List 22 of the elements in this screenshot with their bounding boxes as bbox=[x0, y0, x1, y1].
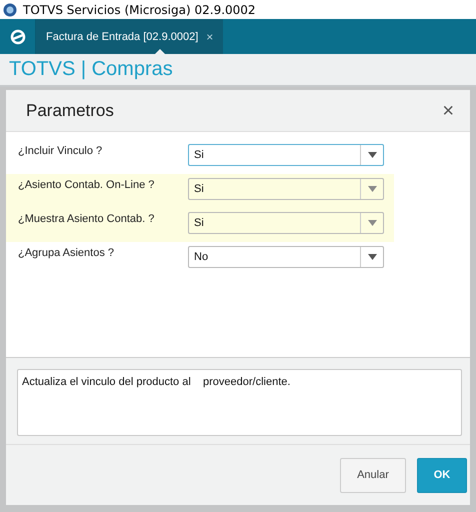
field-label: ¿Agrupa Asientos ? bbox=[18, 246, 116, 259]
dropdown[interactable]: Si bbox=[188, 178, 384, 200]
dropdown[interactable]: No bbox=[188, 246, 384, 268]
tab[interactable]: Factura de Entrada [02.9.0002] × bbox=[36, 19, 224, 54]
field-label: ¿Incluir Vinculo ? bbox=[18, 144, 104, 157]
caret-icon bbox=[368, 254, 376, 260]
close-button[interactable]: × bbox=[440, 100, 456, 120]
caret-icon bbox=[368, 152, 376, 158]
close-icon[interactable]: × bbox=[206, 30, 214, 44]
description-box: Actualiza el vinculo del producto al proveedor/cliente. bbox=[17, 369, 462, 436]
field-label: ¿Asiento Contab. On-Line ? bbox=[18, 178, 156, 191]
dialog-title: Parametros bbox=[26, 100, 114, 120]
caret-icon bbox=[368, 220, 376, 226]
cancel-button[interactable]: Anular bbox=[340, 458, 406, 492]
window-title: TOTVS Servicios (Microsiga) 02.9.0002 bbox=[23, 2, 256, 16]
globe-icon bbox=[3, 2, 17, 16]
dropdown[interactable]: Si bbox=[188, 144, 384, 166]
logo-icon bbox=[10, 28, 26, 44]
field-label: ¿Muestra Asiento Contab. ? bbox=[18, 212, 156, 225]
caret-icon bbox=[368, 186, 376, 192]
dropdown[interactable]: Si bbox=[188, 212, 384, 234]
app-title: TOTVS | Compras bbox=[9, 58, 173, 81]
